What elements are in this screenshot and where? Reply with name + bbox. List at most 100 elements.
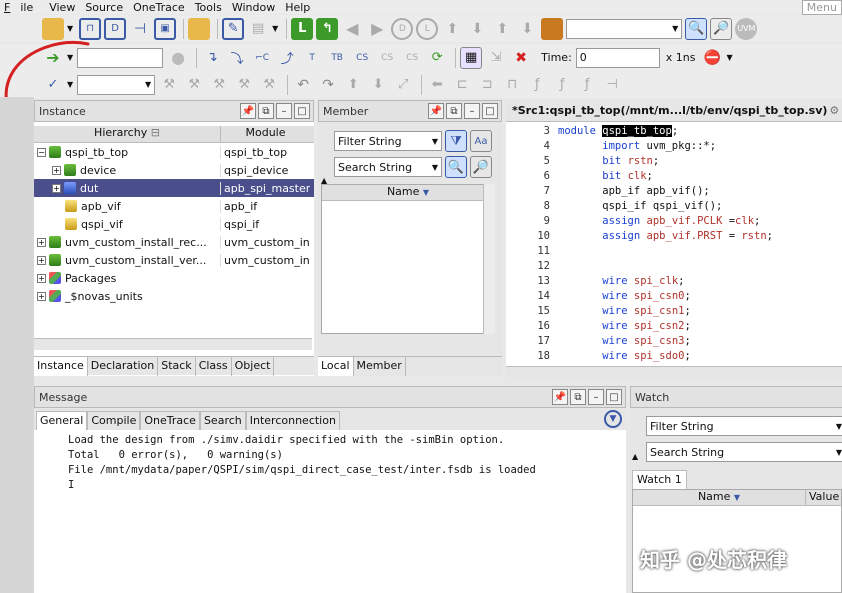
trace-g-icon[interactable]: ⊣ (601, 74, 623, 96)
tree-row[interactable]: + uvm_custom_install_ver... uvm_custom_in (34, 251, 314, 269)
paste-icon[interactable]: ▤ (247, 18, 269, 40)
expand-icon[interactable]: + (37, 237, 46, 247)
hierarchy-icon[interactable]: ⊣ (129, 18, 151, 40)
tab-class[interactable]: Class (196, 357, 232, 376)
expand-icon[interactable]: ⤢ (392, 74, 414, 96)
tree-row[interactable]: − qspi_tb_top qspi_tb_top (34, 143, 314, 161)
menu-help[interactable]: Help (281, 1, 316, 14)
redo-icon[interactable]: ↷ (317, 74, 339, 96)
pin-icon[interactable]: 📌 (240, 103, 256, 119)
menu-onetrace[interactable]: OneTrace (129, 1, 191, 14)
arrow-down-icon[interactable]: ⬇ (466, 18, 488, 40)
maximize-icon[interactable]: □ (482, 103, 498, 119)
tree-row-selected[interactable]: + dut apb_spi_master (34, 179, 314, 197)
expand-icon[interactable]: + (52, 165, 61, 175)
expand-icon[interactable]: + (37, 273, 46, 283)
down-box-icon[interactable]: ⬇ (367, 74, 389, 96)
driver-circle-icon[interactable]: D (391, 17, 414, 40)
trace-e-icon[interactable]: ƒ (551, 74, 573, 96)
menu-view[interactable]: View (45, 1, 81, 14)
source-tab-title[interactable]: *Src1:qspi_tb_top(/mnt/m...l/tb/env/qspi… (506, 100, 842, 122)
tree-row[interactable]: + _$novas_units (34, 287, 314, 305)
undo-icon[interactable]: ↶ (292, 74, 314, 96)
pin-icon[interactable]: 📌 (428, 103, 444, 119)
maximize-icon[interactable]: □ (294, 103, 310, 119)
minimize-icon[interactable]: – (276, 103, 292, 119)
tree-row[interactable]: apb_vif apb_if (34, 197, 314, 215)
tool-d-icon[interactable]: ⚒ (233, 74, 255, 96)
expand-icon[interactable]: + (37, 291, 46, 301)
minimize-icon[interactable]: – (464, 103, 480, 119)
uvm-icon[interactable]: UVM (735, 17, 758, 40)
member-search-input[interactable]: Search String ▼ (334, 157, 442, 177)
arrow-up-alt-icon[interactable]: ⬆ (491, 18, 513, 40)
pin-icon[interactable]: 📌 (552, 389, 568, 405)
arrow-down-alt-icon[interactable]: ⬇ (516, 18, 538, 40)
step-tb-icon[interactable]: TB (326, 47, 348, 69)
tool-a-icon[interactable]: ⚒ (158, 74, 180, 96)
menu-window[interactable]: Window (228, 1, 281, 14)
tool-e-icon[interactable]: ⚒ (258, 74, 280, 96)
source-code[interactable]: 3 module qspi_tb_top; 4 import uvm_pkg::*… (506, 122, 842, 365)
minimize-icon[interactable]: – (588, 389, 604, 405)
tab-declaration[interactable]: Declaration (88, 357, 159, 376)
tab-onetrace[interactable]: OneTrace (140, 411, 200, 430)
collapse-up-icon[interactable]: ▲ (632, 452, 638, 461)
chevron-down-icon[interactable]: ▼ (67, 24, 73, 33)
tree-row[interactable]: + device qspi_device (34, 161, 314, 179)
expand-icon[interactable]: + (52, 183, 61, 193)
instance-hscrollbar[interactable] (34, 338, 312, 350)
tab-interconnection[interactable]: Interconnection (245, 411, 340, 430)
stop-circle-icon[interactable]: ● (167, 47, 189, 69)
tool-b-icon[interactable]: ⚒ (183, 74, 205, 96)
time-input[interactable]: 0 (575, 47, 660, 68)
tab-watch-1[interactable]: Watch 1 (632, 470, 687, 489)
maximize-icon[interactable]: □ (606, 389, 622, 405)
step-c-icon[interactable]: ⌐C (251, 47, 273, 69)
trace-a-icon[interactable]: ⊏ (451, 74, 473, 96)
tab-object[interactable]: Object (232, 357, 275, 376)
tab-member[interactable]: Member (354, 357, 406, 376)
step-icon[interactable]: ↴ (201, 47, 223, 69)
col-name[interactable]: Name ▼ (322, 185, 494, 201)
col-hierarchy[interactable]: Hierarchy ⊟ (34, 126, 220, 142)
up-box-icon[interactable]: ⬆ (342, 74, 364, 96)
tab-instance[interactable]: Instance (34, 357, 88, 376)
tab-general[interactable]: General (36, 411, 88, 430)
driver-trace-icon[interactable]: L (291, 17, 314, 40)
arrow-left-icon[interactable]: ◀ (341, 18, 363, 40)
member-filter-input[interactable]: Filter String ▼ (334, 131, 442, 151)
gear-icon[interactable]: ⚙ (829, 104, 839, 117)
menu-source[interactable]: Source (81, 1, 129, 14)
source-hscrollbar[interactable] (506, 366, 842, 378)
float-icon[interactable]: ⧉ (258, 103, 274, 119)
back-icon[interactable]: ⬅ (426, 74, 448, 96)
float-icon[interactable]: ⧉ (446, 103, 462, 119)
col-value[interactable]: Value (805, 490, 841, 505)
search-icon[interactable]: 🔍 (445, 156, 467, 178)
tab-stack[interactable]: Stack (158, 357, 196, 376)
search-icon[interactable]: 🔍 (685, 17, 708, 40)
menu-tools[interactable]: Tools (191, 1, 228, 14)
step-t-icon[interactable]: T (301, 47, 323, 69)
arrow-right-icon[interactable]: ▶ (366, 18, 388, 40)
scroll-down-icon[interactable]: ▼ (604, 410, 622, 428)
float-icon[interactable]: ⧉ (570, 389, 586, 405)
tab-search[interactable]: Search (199, 411, 246, 430)
step-out-icon[interactable]: ⤴ (276, 47, 298, 69)
signal-combo[interactable]: ▼ (566, 18, 683, 39)
message-log[interactable]: Load the design from ./simv.daidir speci… (34, 430, 626, 494)
tab-compile[interactable]: Compile (87, 411, 141, 430)
tree-row[interactable]: qspi_vif qspi_if (34, 215, 314, 233)
refresh-icon[interactable]: ⟳ (426, 47, 448, 69)
collapse-icon[interactable]: − (37, 147, 46, 157)
col-name[interactable]: Name ▼ (633, 490, 805, 505)
load-circle-icon[interactable]: L (416, 17, 439, 40)
tree-row[interactable]: + uvm_custom_install_rec... uvm_custom_in (34, 233, 314, 251)
send-icon[interactable]: ⇲ (485, 47, 507, 69)
chevron-down-icon[interactable]: ▼ (272, 24, 278, 33)
search-next-icon[interactable]: 🔎 (710, 17, 733, 40)
tab-local[interactable]: Local (318, 357, 354, 376)
bookmark-icon[interactable] (541, 17, 564, 40)
folder-icon[interactable] (188, 17, 211, 40)
